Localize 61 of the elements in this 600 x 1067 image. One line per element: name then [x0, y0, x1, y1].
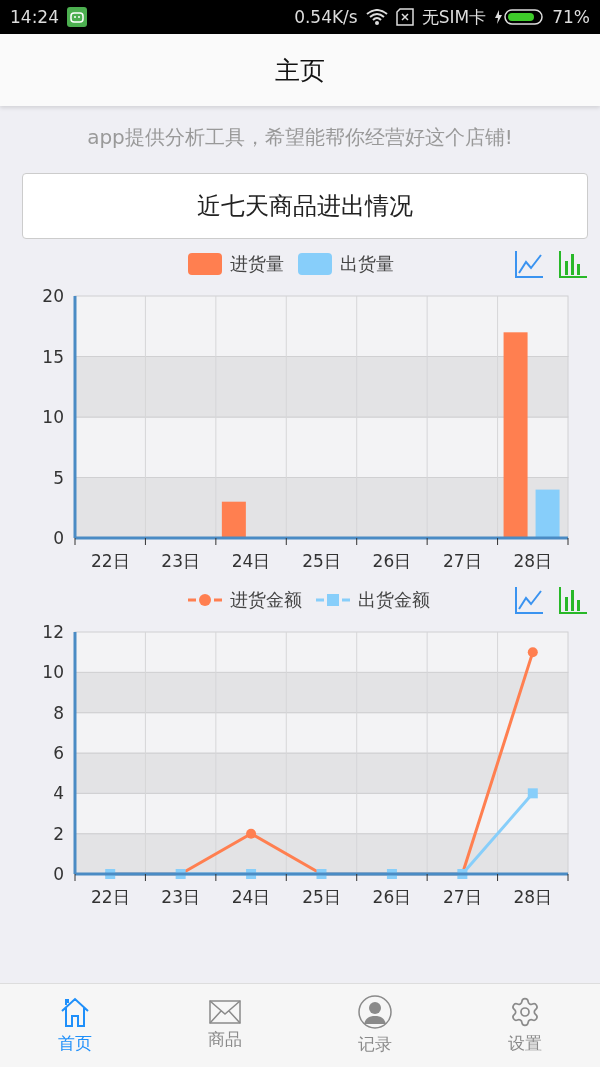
bar-chart-icon	[558, 249, 588, 279]
x-tick-label: 22日	[90, 551, 130, 571]
wifi-icon	[365, 9, 388, 25]
x-tick-label: 23日	[161, 887, 200, 907]
x-tick-label: 26日	[372, 551, 412, 571]
y-tick-label: 10	[42, 407, 64, 427]
y-tick-label: 5	[53, 467, 64, 488]
y-tick-label: 15	[42, 346, 64, 367]
tab-bar-item[interactable]: 记录	[300, 984, 450, 1067]
tab-bar-item[interactable]: 设置	[450, 984, 600, 1067]
android-icon	[67, 7, 87, 27]
bar-chart-icon	[558, 585, 588, 615]
y-tick-label: 2	[53, 823, 64, 844]
tagline: app提供分析工具，希望能帮你经营好这个店铺!	[86, 124, 514, 151]
x-tick-label: 25日	[302, 887, 341, 907]
line-chart-button[interactable]	[514, 585, 544, 615]
x-tick-label: 28日	[513, 887, 553, 907]
x-tick-label: 23日	[161, 551, 200, 571]
page-title: 主页	[275, 54, 325, 87]
network-speed: 0.54K/s	[294, 7, 358, 27]
y-tick-label: 0	[53, 864, 64, 884]
x-tick-label: 24日	[231, 887, 271, 907]
y-tick-label: 20	[42, 286, 64, 306]
y-tick-label: 0	[53, 528, 64, 548]
gear-icon	[509, 996, 541, 1028]
battery-icon	[494, 8, 545, 26]
line-chart-icon	[514, 249, 544, 279]
tab-bar-item[interactable]: 首页	[0, 984, 150, 1067]
sim-icon	[395, 8, 414, 26]
x-tick-label: 26日	[372, 887, 412, 907]
data-point	[527, 788, 538, 799]
x-tick-label: 27日	[443, 887, 482, 907]
legend-label: 进货量	[230, 252, 284, 276]
legend-label: 进货金额	[230, 588, 302, 612]
x-tick-label: 25日	[302, 551, 341, 571]
envelope-icon	[209, 1000, 241, 1024]
y-tick-label: 10	[42, 662, 64, 683]
data-point	[246, 869, 257, 879]
sim-status: 无SIM卡	[421, 5, 487, 29]
x-tick-label: 22日	[90, 887, 130, 907]
data-point	[527, 647, 538, 658]
line-chart-icon	[514, 585, 544, 615]
line-chart-button[interactable]	[514, 249, 544, 279]
bar-chart-button[interactable]	[558, 585, 588, 615]
status-time: 14:24	[10, 7, 59, 27]
legend-label: 出货金额	[358, 588, 430, 612]
y-tick-label: 6	[53, 743, 64, 763]
battery-percent: 71%	[552, 7, 590, 27]
user-icon	[358, 995, 392, 1029]
x-tick-label: 28日	[513, 551, 553, 571]
x-tick-label: 27日	[443, 551, 482, 571]
section-button[interactable]: 近七天商品进出情况	[22, 173, 588, 239]
y-tick-label: 12	[42, 622, 64, 642]
tab-bar-item[interactable]: 商品	[150, 984, 300, 1067]
bar-chart-button[interactable]	[558, 249, 588, 279]
y-tick-label: 8	[53, 702, 64, 723]
legend-label: 出货量	[340, 252, 394, 276]
data-point	[246, 828, 257, 839]
y-tick-label: 4	[53, 783, 64, 804]
x-tick-label: 24日	[231, 551, 271, 571]
home-icon	[59, 996, 91, 1028]
